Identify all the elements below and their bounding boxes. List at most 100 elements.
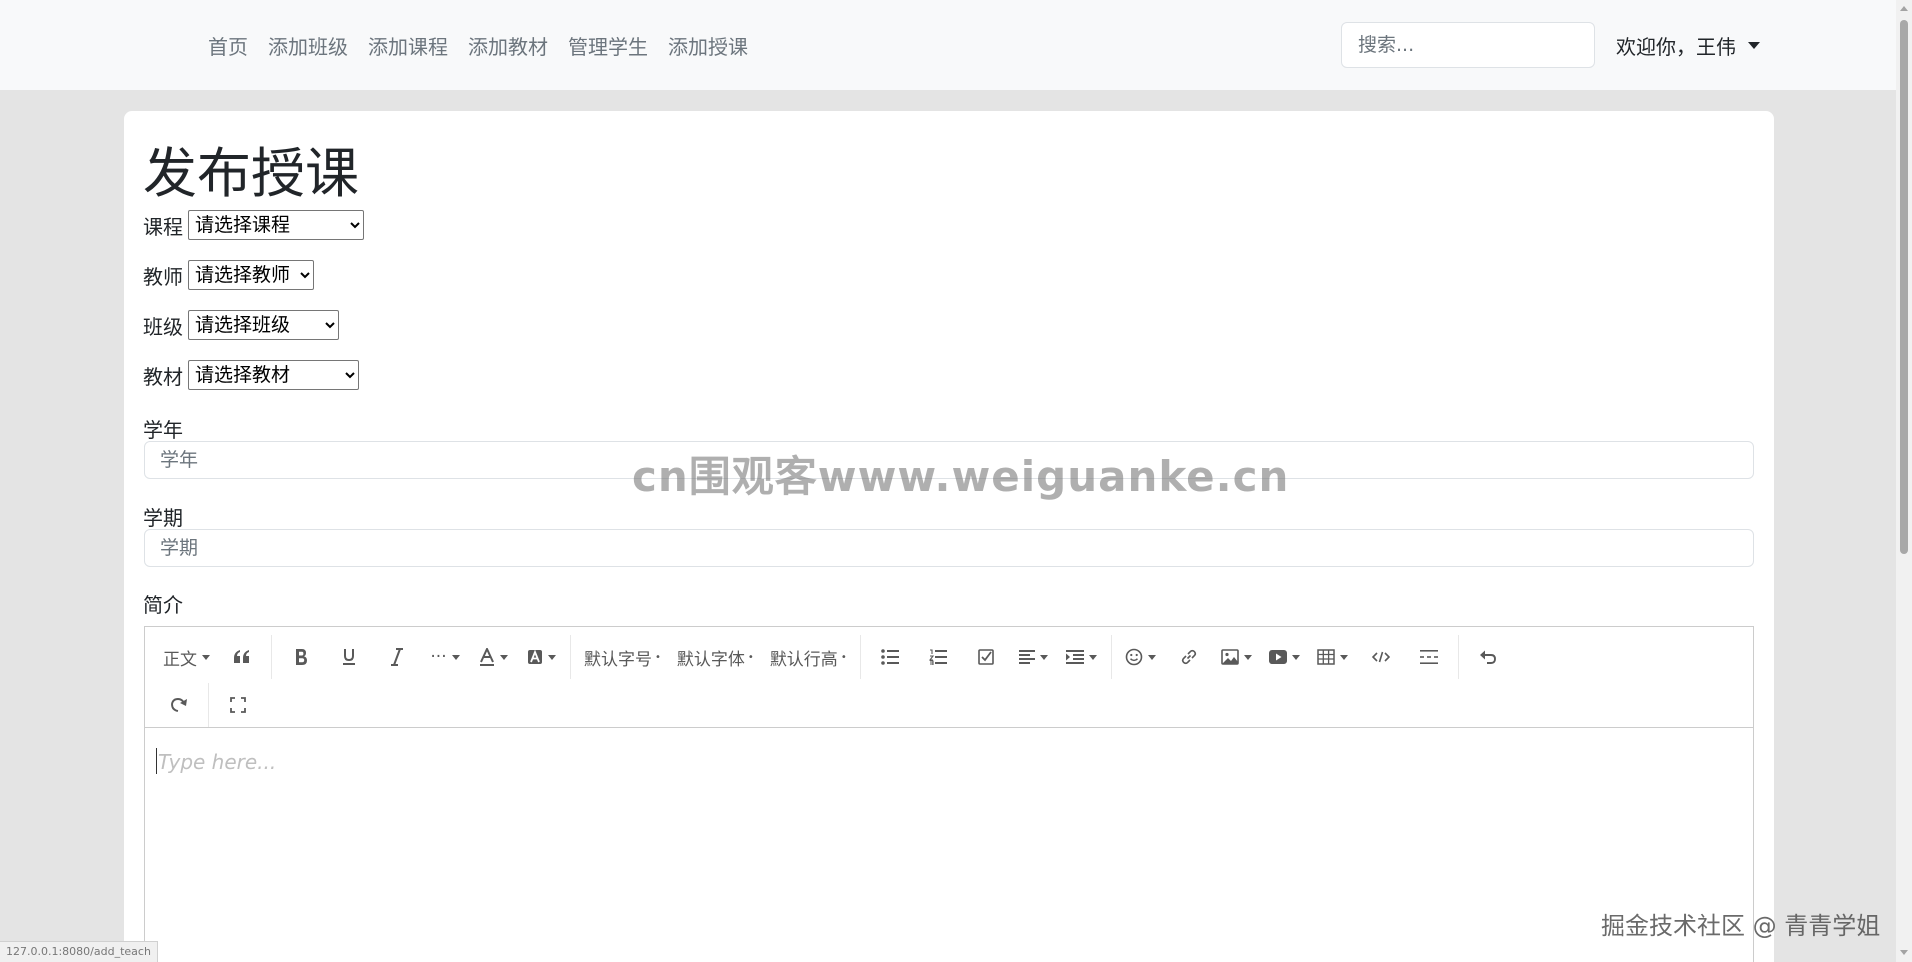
dropdown-dot-icon: • [840,651,847,663]
toolbar-divider [1110,635,1112,679]
video-button[interactable] [1263,639,1307,675]
font-family-label: 默认字体 [676,649,745,670]
quote-icon [234,650,249,663]
font-size-label: 默认字号 [584,649,652,670]
align-button[interactable] [1012,639,1056,675]
course-label: 课程 [143,214,183,239]
term-label: 学期 [143,506,183,530]
textbook-select[interactable]: 请选择教材 [188,360,359,390]
class-field: 班级 请选择班级 [143,310,339,340]
main-card: 发布授课 课程 请选择课程 教师 请选择教师 班级 请选择班级 教材 请选择教材… [124,111,1774,962]
nav-link-add-course[interactable]: 添加课程 [368,31,448,60]
caret-down-icon [1748,41,1760,49]
blockquote-button[interactable] [220,639,264,675]
link-button[interactable] [1167,639,1211,675]
code-button[interactable] [1359,639,1403,675]
bulleted-list-icon [880,649,899,665]
intro-label: 简介 [143,593,183,617]
line-height-label: 默认行高 [769,649,838,670]
image-icon [1221,649,1240,665]
corner-watermark: 掘金技术社区 @ 青青学姐 [1601,912,1881,940]
background-color-icon [527,649,542,664]
emoji-icon [1125,648,1143,666]
dropdown-arrow-icon [547,654,556,660]
page-title: 发布授课 [143,142,359,205]
vertical-scrollbar[interactable] [1896,0,1912,962]
fullscreen-icon [230,697,246,713]
dropdown-arrow-icon [451,654,460,660]
nav-link-manage-students[interactable]: 管理学生 [568,31,648,60]
italic-button[interactable] [375,639,419,675]
redo-button[interactable] [157,687,201,723]
checkbox-icon [977,649,994,665]
nav-link-add-textbook[interactable]: 添加教材 [468,31,548,60]
bold-icon [296,649,307,665]
text-cursor [156,748,157,774]
toolbar-divider [1457,635,1459,679]
indent-icon [1066,650,1085,664]
user-menu-dropdown[interactable]: 欢迎你，王伟 [1616,22,1760,68]
nav-link-add-teaching[interactable]: 添加授课 [668,31,748,60]
font-family-button[interactable]: 默认字体 • [671,639,760,675]
teacher-field: 教师 请选择教师 [143,260,314,290]
scroll-up-arrow-icon[interactable] [1900,6,1908,11]
dropdown-arrow-icon [1292,654,1301,660]
teacher-label: 教师 [143,264,183,289]
dropdown-arrow-icon [1040,654,1049,660]
rich-text-editor: 正文 ··· 默认字号 • 默认字体 • 默认行高 • Type here... [144,626,1754,962]
editor-content-area[interactable]: Type here... [145,728,1753,962]
year-label: 学年 [143,418,183,442]
dropdown-arrow-icon [1244,654,1253,660]
editor-placeholder: Type here... [158,750,277,774]
font-color-button[interactable] [471,639,515,675]
link-icon [1181,649,1196,665]
code-icon [1371,651,1390,663]
nav-link-add-class[interactable]: 添加班级 [268,31,348,60]
dropdown-arrow-icon [1089,654,1098,660]
font-color-icon [479,648,494,666]
bold-button[interactable] [279,639,323,675]
undo-icon [1479,650,1496,664]
table-button[interactable] [1311,639,1355,675]
indent-button[interactable] [1060,639,1104,675]
line-height-button[interactable]: 默认行高 • [764,639,853,675]
textbook-label: 教材 [143,364,183,389]
toolbar-row-1: 正文 ··· 默认字号 • 默认字体 • 默认行高 • [155,633,1743,681]
underline-button[interactable] [327,639,371,675]
class-label: 班级 [143,314,183,339]
class-select[interactable]: 请选择班级 [188,310,339,340]
scroll-down-arrow-icon[interactable] [1900,950,1908,955]
more-styles-label: ··· [430,647,447,667]
font-size-button[interactable]: 默认字号 • [578,639,667,675]
more-styles-button[interactable]: ··· [423,639,467,675]
paragraph-format-button[interactable]: 正文 [157,639,216,675]
toolbar-divider [271,635,272,679]
scrollbar-thumb[interactable] [1900,20,1908,554]
numbered-list-icon [928,649,947,665]
divider-button[interactable] [1407,639,1451,675]
fullscreen-button[interactable] [216,687,260,723]
image-button[interactable] [1215,639,1259,675]
term-input[interactable] [144,529,1754,567]
dropdown-arrow-icon [499,654,508,660]
todo-list-button[interactable] [964,639,1008,675]
dropdown-dot-icon: • [655,651,661,663]
dropdown-arrow-icon [1148,654,1157,660]
toolbar-divider [859,635,861,679]
search-input[interactable] [1341,22,1595,68]
horizontal-rule-icon [1419,650,1438,664]
toolbar-row-2 [155,681,1743,729]
undo-button[interactable] [1466,639,1510,675]
user-greeting: 欢迎你，王伟 [1616,34,1736,59]
course-field: 课程 请选择课程 [143,210,364,240]
teacher-select[interactable]: 请选择教师 [188,260,314,290]
emoji-button[interactable] [1119,639,1163,675]
nav-link-home[interactable]: 首页 [208,31,248,60]
bulleted-list-button[interactable] [868,639,912,675]
toolbar-divider [208,683,209,727]
numbered-list-button[interactable] [916,639,960,675]
nav-links: 首页 添加班级 添加课程 添加教材 管理学生 添加授课 [208,0,768,90]
course-select[interactable]: 请选择课程 [188,210,364,240]
center-watermark: cn围观客www.weiguanke.cn [632,452,1290,501]
background-color-button[interactable] [519,639,563,675]
